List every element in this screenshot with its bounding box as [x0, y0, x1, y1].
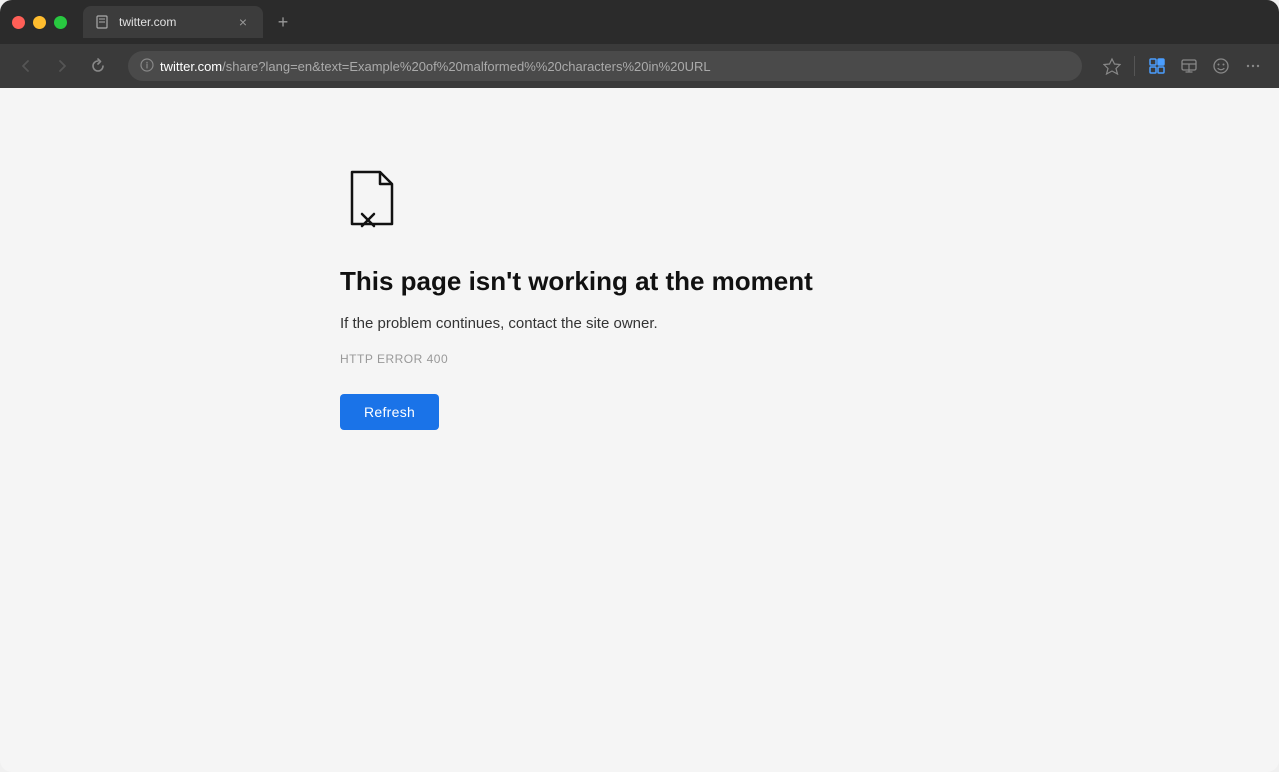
forward-button[interactable] [48, 52, 76, 80]
new-tab-button[interactable]: + [269, 8, 297, 36]
error-title: This page isn't working at the moment [340, 265, 813, 299]
page-content: This page isn't working at the moment If… [0, 88, 1279, 772]
nav-separator [1134, 56, 1135, 76]
error-description: If the problem continues, contact the si… [340, 315, 658, 332]
address-domain: twitter.com [160, 59, 222, 74]
error-icon [340, 168, 404, 237]
nav-right-icons [1098, 52, 1267, 80]
traffic-lights [12, 16, 67, 29]
tab-title: twitter.com [119, 15, 227, 29]
nav-bar: twitter.com/share?lang=en&text=Example%2… [0, 44, 1279, 88]
address-bar[interactable]: twitter.com/share?lang=en&text=Example%2… [128, 51, 1082, 81]
more-options-button[interactable] [1239, 52, 1267, 80]
close-button[interactable] [12, 16, 25, 29]
address-text: twitter.com/share?lang=en&text=Example%2… [160, 59, 1070, 74]
back-button[interactable] [12, 52, 40, 80]
browser-window: twitter.com × + [0, 0, 1279, 772]
bookmark-button[interactable] [1098, 52, 1126, 80]
tab-area: twitter.com × + [83, 6, 1267, 38]
address-path: /share?lang=en&text=Example%20of%20malfo… [222, 59, 711, 74]
minimize-button[interactable] [33, 16, 46, 29]
title-bar: twitter.com × + [0, 0, 1279, 44]
refresh-button[interactable]: Refresh [340, 394, 439, 430]
error-code: HTTP ERROR 400 [340, 352, 448, 366]
maximize-button[interactable] [54, 16, 67, 29]
browser-view-button[interactable] [1175, 52, 1203, 80]
address-info-icon [140, 58, 154, 75]
tab-favicon-icon [95, 14, 111, 30]
tab-close-button[interactable]: × [235, 14, 251, 30]
collections-button[interactable] [1143, 52, 1171, 80]
active-tab[interactable]: twitter.com × [83, 6, 263, 38]
reload-button[interactable] [84, 52, 112, 80]
emoji-button[interactable] [1207, 52, 1235, 80]
